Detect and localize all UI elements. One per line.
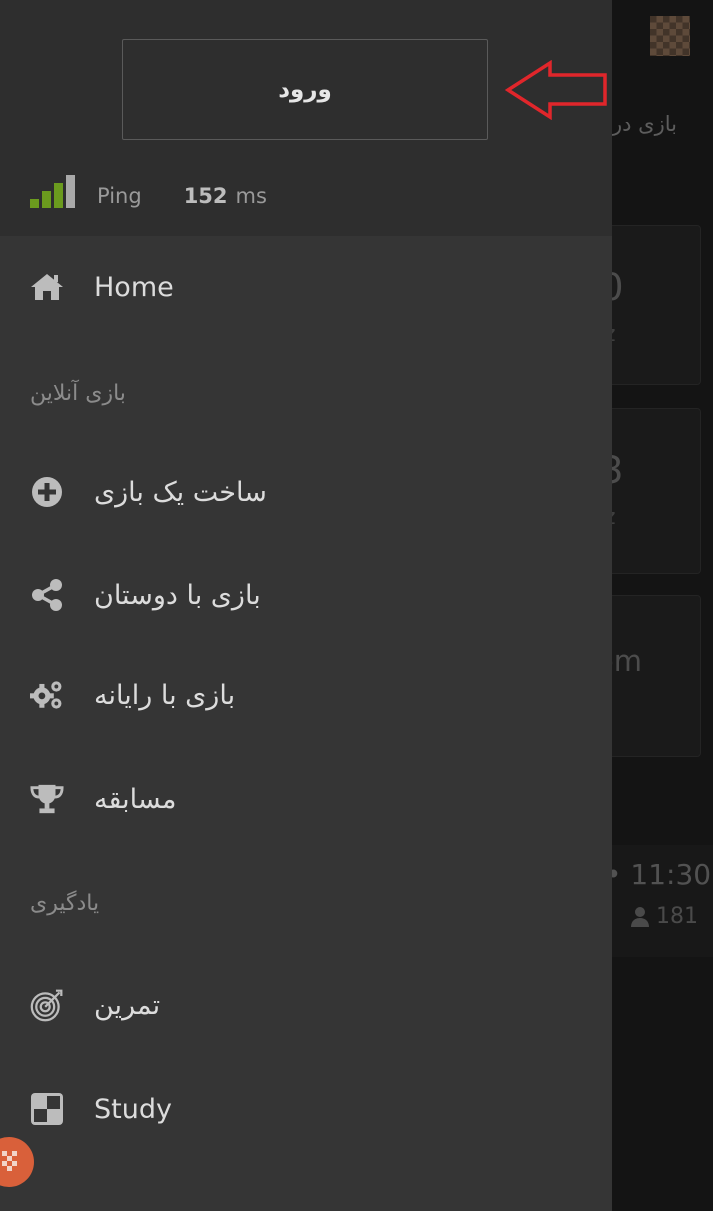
menu-item-label: تمرین [94, 989, 161, 1021]
share-icon [30, 578, 64, 612]
menu-item-home[interactable]: Home [30, 270, 174, 304]
menu-item-play-computer[interactable]: بازی با رایانه [30, 678, 235, 712]
menu-item-play-friends[interactable]: بازی با دوستان [30, 578, 261, 612]
annotation-arrow-icon [505, 60, 607, 120]
menu-item-label: Study [94, 1093, 172, 1125]
menu-item-study[interactable]: Study [30, 1092, 172, 1126]
gears-icon [30, 678, 64, 712]
target-icon [30, 988, 64, 1022]
login-button[interactable]: ورود [122, 39, 488, 140]
floating-action-button[interactable] [0, 1137, 34, 1187]
user-count: 181 [630, 904, 698, 929]
side-drawer: ورود Ping 152 ms Home بازی آنلاین ساخت ی… [0, 0, 612, 1211]
signal-icon [30, 175, 75, 208]
menu-item-tournament[interactable]: مسابقه [30, 782, 176, 816]
background-card[interactable]: om [596, 595, 701, 757]
menu-item-practice[interactable]: تمرین [30, 988, 160, 1022]
menu-item-label: ساخت یک بازی [94, 476, 267, 508]
board-icon [2, 1151, 17, 1171]
trophy-icon [30, 782, 64, 816]
game-time: • 11:30 [605, 858, 712, 891]
menu-item-label: مسابقه [94, 783, 177, 815]
menu-item-label: بازی با دوستان [94, 579, 261, 611]
background-title: بازی در [612, 112, 677, 136]
ping-indicator: Ping 152 ms [30, 170, 267, 208]
background-card[interactable]: 3 z [600, 408, 701, 574]
menu-item-label: Home [94, 271, 174, 303]
home-icon [30, 270, 64, 304]
menu-item-create-game[interactable]: ساخت یک بازی [30, 475, 267, 509]
ping-unit: ms [235, 184, 267, 208]
menu-item-label: بازی با رایانه [94, 679, 236, 711]
avatar[interactable] [650, 16, 690, 56]
ping-label: Ping [97, 184, 142, 208]
section-heading-online: بازی آنلاین [30, 381, 126, 406]
user-icon [631, 906, 649, 927]
background-card[interactable]: 0 z [600, 225, 701, 385]
plus-circle-icon [30, 475, 64, 509]
ping-value: 152 [183, 184, 228, 208]
study-icon [30, 1092, 64, 1126]
section-heading-learning: یادگیری [30, 891, 100, 916]
user-count-value: 181 [656, 904, 698, 929]
